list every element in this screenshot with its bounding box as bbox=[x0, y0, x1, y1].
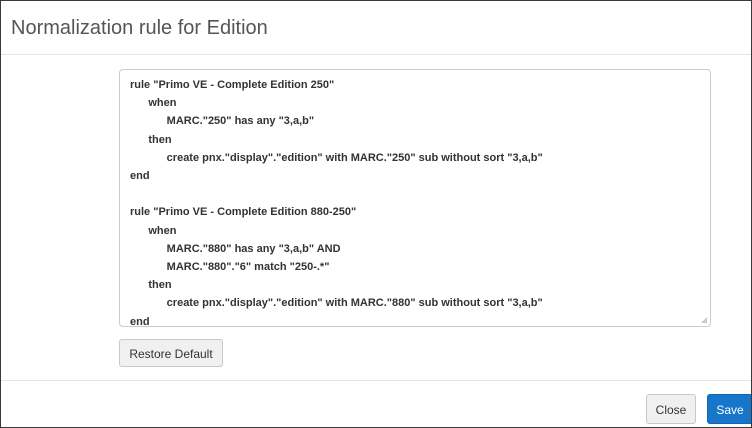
normalization-rule-dialog: Normalization rule for Edition rule "Pri… bbox=[0, 0, 752, 428]
restore-default-button[interactable]: Restore Default bbox=[119, 339, 223, 367]
resize-grip-icon[interactable] bbox=[701, 317, 708, 324]
rule-editor-textarea[interactable]: rule "Primo VE - Complete Edition 250" w… bbox=[119, 69, 711, 327]
rule-editor-content[interactable]: rule "Primo VE - Complete Edition 250" w… bbox=[130, 79, 543, 326]
dialog-header: Normalization rule for Edition bbox=[1, 1, 751, 55]
dialog-footer: Close Save bbox=[1, 381, 751, 427]
close-button[interactable]: Close bbox=[646, 394, 696, 424]
dialog-body: rule "Primo VE - Complete Edition 250" w… bbox=[1, 55, 751, 381]
dialog-title: Normalization rule for Edition bbox=[11, 17, 268, 39]
save-button[interactable]: Save bbox=[707, 394, 751, 424]
